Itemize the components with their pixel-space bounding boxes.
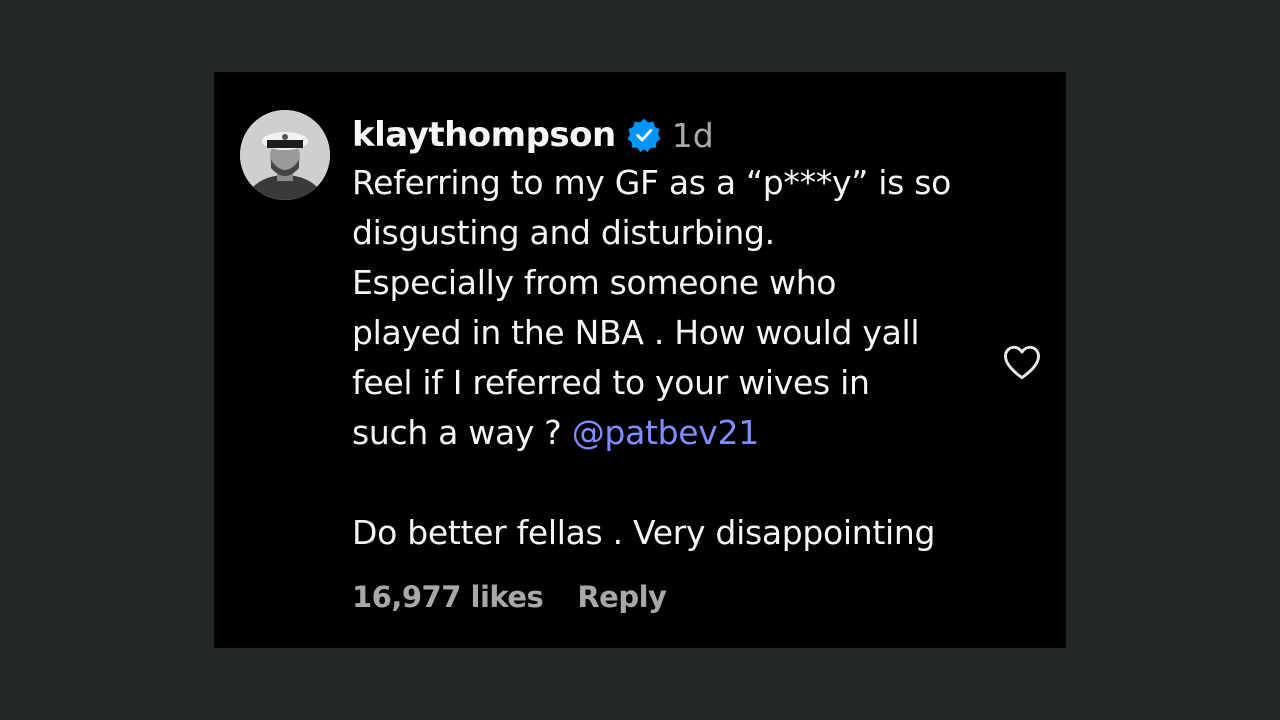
comment-text: Referring to my GF as a “p***y” is so di… — [352, 158, 1012, 558]
comment-line-text: such a way ? — [352, 413, 572, 452]
comment-line: such a way ? @patbev21 — [352, 408, 1012, 458]
comment-header: klaythompson 1d — [352, 112, 1012, 158]
comment-line: Referring to my GF as a “p***y” is so — [352, 163, 951, 202]
comment-content: klaythompson 1d Referring to my GF as a … — [352, 112, 1012, 614]
likes-count[interactable]: 16,977 likes — [352, 580, 544, 614]
comment-line: disgusting and disturbing. — [352, 213, 775, 252]
verified-badge-icon — [626, 117, 662, 153]
comment-meta: 16,977 likes Reply — [352, 580, 1012, 614]
reply-button[interactable]: Reply — [577, 580, 667, 614]
avatar-image — [240, 110, 330, 200]
comment-line: feel if I referred to your wives in — [352, 363, 870, 402]
comment-closing-line: Do better fellas . Very disappointing — [352, 513, 936, 552]
avatar[interactable] — [240, 110, 330, 200]
username[interactable]: klaythompson — [352, 115, 616, 155]
comment-line: Especially from someone who — [352, 263, 837, 302]
heart-outline-icon[interactable] — [1000, 340, 1044, 384]
timestamp[interactable]: 1d — [672, 116, 714, 155]
mention-link[interactable]: @patbev21 — [572, 413, 759, 452]
comment-line: played in the NBA . How would yall — [352, 313, 920, 352]
comment-card: klaythompson 1d Referring to my GF as a … — [214, 72, 1066, 648]
